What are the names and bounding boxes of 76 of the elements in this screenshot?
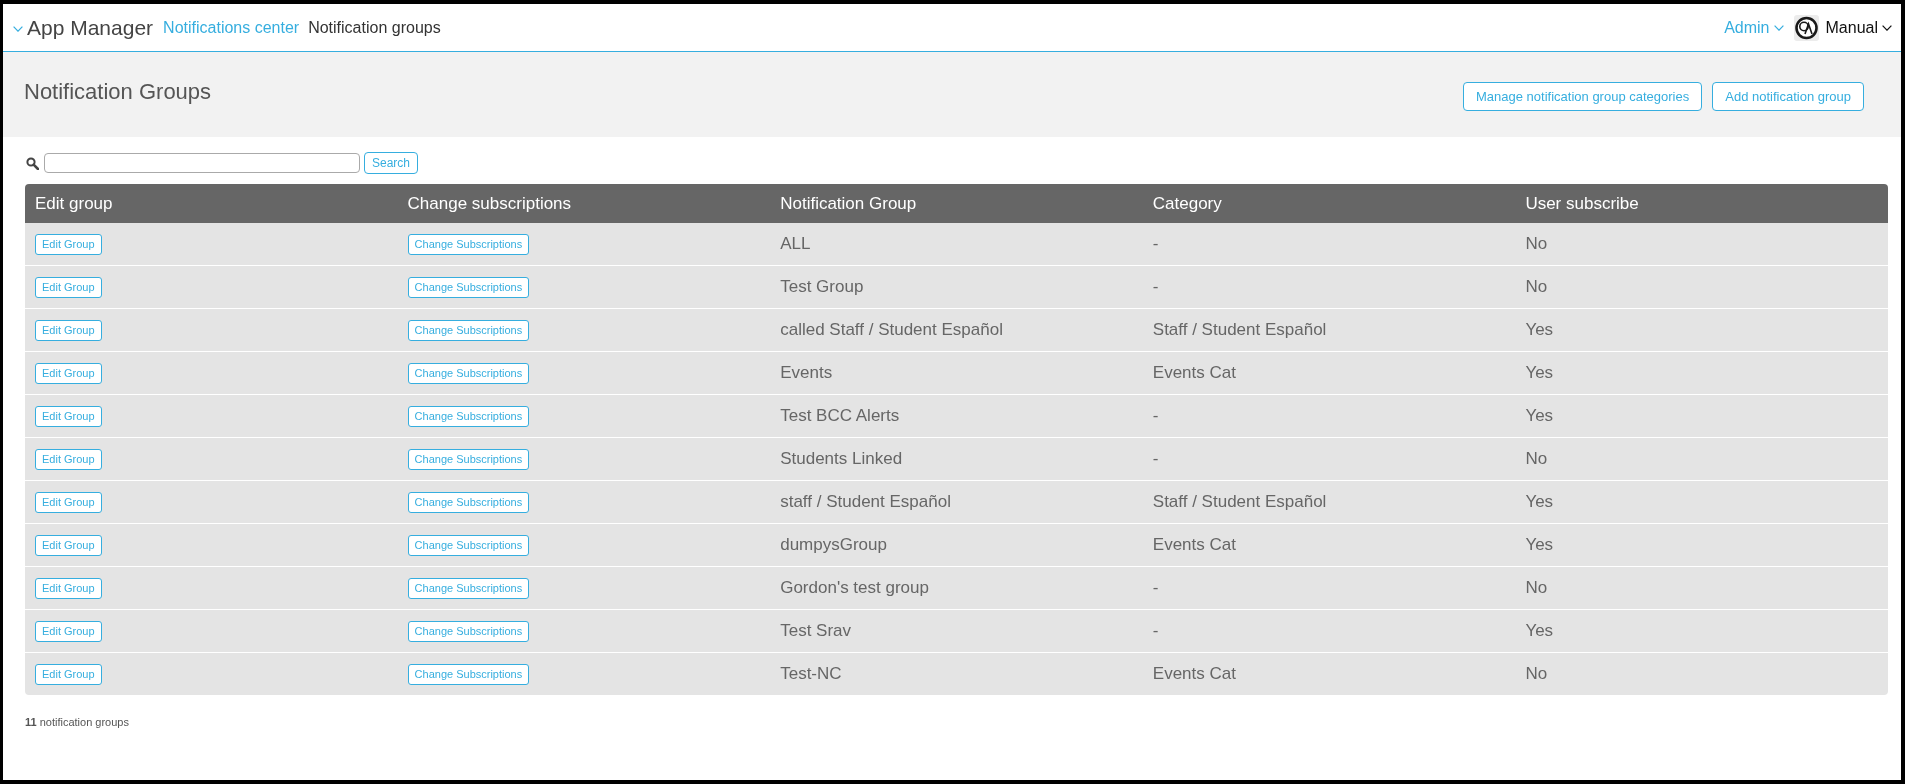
search-button[interactable]: Search	[364, 152, 419, 174]
table-cell: Test Srav	[780, 621, 852, 641]
change-subscriptions-button[interactable]: Change Subscriptions	[407, 534, 530, 556]
edit-group-button[interactable]: Edit Group	[35, 620, 102, 642]
caret-icon	[1882, 24, 1892, 31]
change-subscriptions-button[interactable]: Change Subscriptions	[407, 663, 530, 685]
table-cell: No	[1525, 664, 1548, 684]
edit-group-button[interactable]: Edit Group	[35, 362, 102, 384]
edit-group-button[interactable]: Edit Group	[35, 491, 102, 513]
search-field[interactable]	[44, 153, 360, 173]
page-title: Notification Groups	[24, 78, 212, 105]
breadcrumb-link[interactable]: Notifications center	[163, 18, 300, 37]
change-subscriptions-button[interactable]: Change Subscriptions	[407, 319, 530, 341]
change-subscriptions-button[interactable]: Change Subscriptions	[407, 362, 530, 384]
table-cell: Yes	[1525, 621, 1554, 641]
edit-group-button[interactable]: Edit Group	[35, 233, 102, 255]
edit-group-button[interactable]: Edit Group	[35, 663, 102, 685]
table-cell: No	[1525, 277, 1548, 297]
edit-group-button[interactable]: Edit Group	[35, 276, 102, 298]
table-cell: Staff / Student Español	[1152, 320, 1327, 340]
change-subscriptions-button[interactable]: Change Subscriptions	[407, 405, 530, 427]
record-count: 11 notification groups	[25, 716, 129, 728]
table-cell: No	[1525, 449, 1548, 469]
column-header: Category	[1152, 193, 1222, 214]
table-cell: Yes	[1525, 320, 1554, 340]
breadcrumb-current: Notification groups	[308, 18, 441, 37]
table-cell: -	[1152, 406, 1159, 426]
table-cell: -	[1152, 277, 1159, 297]
app-title: App Manager	[27, 15, 154, 40]
table-cell: Gordon's test group	[780, 578, 929, 598]
table-cell: Events Cat	[1152, 535, 1236, 555]
change-subscriptions-button[interactable]: Change Subscriptions	[407, 491, 530, 513]
edit-group-button[interactable]: Edit Group	[35, 448, 102, 470]
table-cell: dumpysGroup	[780, 535, 887, 555]
table-cell: -	[1152, 578, 1159, 598]
search-icon	[26, 156, 39, 170]
column-header: Notification Group	[780, 193, 917, 214]
table-cell: called Staff / Student Español	[780, 320, 1003, 340]
edit-group-button[interactable]: Edit Group	[35, 534, 102, 556]
change-subscriptions-button[interactable]: Change Subscriptions	[407, 448, 530, 470]
change-subscriptions-button[interactable]: Change Subscriptions	[407, 276, 530, 298]
table-cell: Test-NC	[780, 664, 842, 684]
column-header: User subscribe	[1525, 193, 1639, 214]
manage-categories-button[interactable]: Manage notification group categories	[1463, 81, 1703, 111]
column-header: Change subscriptions	[407, 193, 572, 214]
table-cell: Staff / Student Español	[1152, 492, 1327, 512]
table-cell: Events Cat	[1152, 363, 1236, 383]
admin-menu[interactable]: Admin	[1724, 18, 1784, 37]
change-subscriptions-button[interactable]: Change Subscriptions	[407, 233, 530, 255]
add-group-button[interactable]: Add notification group	[1712, 81, 1864, 111]
table-cell: Test Group	[780, 277, 864, 297]
change-subscriptions-button[interactable]: Change Subscriptions	[407, 577, 530, 599]
change-subscriptions-button[interactable]: Change Subscriptions	[407, 620, 530, 642]
table-cell: Test BCC Alerts	[780, 406, 900, 426]
table-cell: Events	[780, 363, 833, 383]
emblem-icon	[1793, 14, 1819, 41]
column-header: Edit group	[35, 193, 113, 214]
table-cell: Yes	[1525, 492, 1554, 512]
caret-icon	[1773, 24, 1784, 31]
table-cell: No	[1525, 578, 1548, 598]
table-cell: No	[1525, 234, 1548, 254]
table-cell: Yes	[1525, 363, 1554, 383]
table-cell: -	[1152, 621, 1159, 641]
table-cell: Students Linked	[780, 449, 903, 469]
edit-group-button[interactable]: Edit Group	[35, 319, 102, 341]
caret-icon	[13, 25, 23, 32]
table-cell: ALL	[780, 234, 811, 254]
table-cell: Events Cat	[1152, 664, 1236, 684]
edit-group-button[interactable]: Edit Group	[35, 405, 102, 427]
table-cell: Yes	[1525, 406, 1554, 426]
table-cell: -	[1152, 449, 1159, 469]
table-cell: -	[1152, 234, 1159, 254]
table-cell: Yes	[1525, 535, 1554, 555]
user-menu[interactable]: Manual	[1793, 14, 1892, 41]
table-cell: staff / Student Español	[780, 492, 951, 512]
edit-group-button[interactable]: Edit Group	[35, 577, 102, 599]
